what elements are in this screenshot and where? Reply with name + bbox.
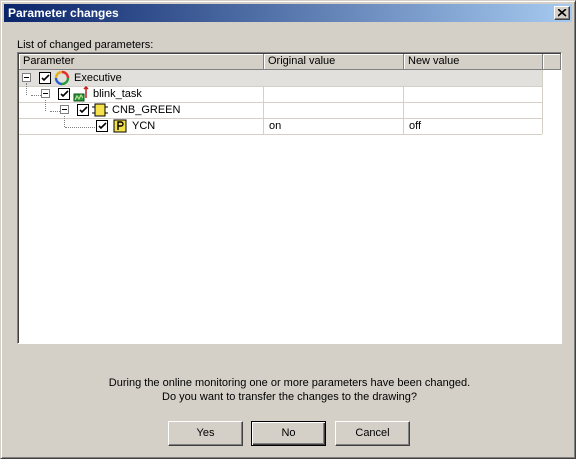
- window-title: Parameter changes: [8, 6, 119, 20]
- list-label: List of changed parameters:: [17, 39, 154, 51]
- row-separator: [19, 134, 542, 135]
- row-checkbox[interactable]: [58, 88, 70, 100]
- column-header-original-value[interactable]: Original value: [264, 54, 404, 70]
- title-bar[interactable]: Parameter changes: [4, 4, 572, 22]
- parameter-icon: [113, 119, 127, 133]
- column-header-filler: [543, 54, 561, 70]
- checkmark-icon: [79, 106, 88, 114]
- collapse-toggle[interactable]: [22, 73, 31, 82]
- tree-label: YCN: [132, 120, 156, 132]
- task-icon: [73, 86, 89, 102]
- tree-label: blink_task: [93, 88, 142, 100]
- new-value-cell: off: [409, 120, 422, 132]
- block-icon: [92, 103, 108, 117]
- close-icon: [558, 9, 567, 17]
- message-line-1: During the online monitoring one or more…: [108, 377, 471, 389]
- tree-label: CNB_GREEN: [112, 104, 181, 116]
- cancel-button[interactable]: Cancel: [335, 421, 410, 446]
- close-button[interactable]: [554, 6, 570, 20]
- parameter-tree-grid[interactable]: Parameter Original value New value Execu…: [17, 52, 562, 344]
- tree-row-executive[interactable]: Executive: [19, 70, 542, 86]
- tree-row-ycn[interactable]: YCN on off: [19, 118, 542, 134]
- tree-row-cnb-green[interactable]: CNB_GREEN: [19, 102, 542, 118]
- yes-button[interactable]: Yes: [168, 421, 243, 446]
- executive-icon: [54, 70, 70, 86]
- row-checkbox[interactable]: [77, 104, 89, 116]
- column-header-new-value[interactable]: New value: [404, 54, 543, 70]
- column-header-parameter[interactable]: Parameter: [19, 54, 264, 70]
- checkmark-icon: [41, 74, 50, 82]
- collapse-toggle[interactable]: [41, 89, 50, 98]
- collapse-toggle[interactable]: [60, 105, 69, 114]
- checkmark-icon: [60, 90, 69, 98]
- original-value-cell: on: [269, 120, 282, 132]
- row-checkbox[interactable]: [96, 120, 108, 132]
- column-separator: [542, 70, 543, 134]
- parameter-changes-dialog: Parameter changes List of changed parame…: [0, 0, 576, 459]
- no-button[interactable]: No: [251, 421, 326, 446]
- tree-label: Executive: [74, 72, 122, 84]
- tree-row-blink-task[interactable]: blink_task: [19, 86, 542, 102]
- row-checkbox[interactable]: [39, 72, 51, 84]
- message-line-2: Do you want to transfer the changes to t…: [162, 391, 417, 403]
- checkmark-icon: [98, 122, 107, 130]
